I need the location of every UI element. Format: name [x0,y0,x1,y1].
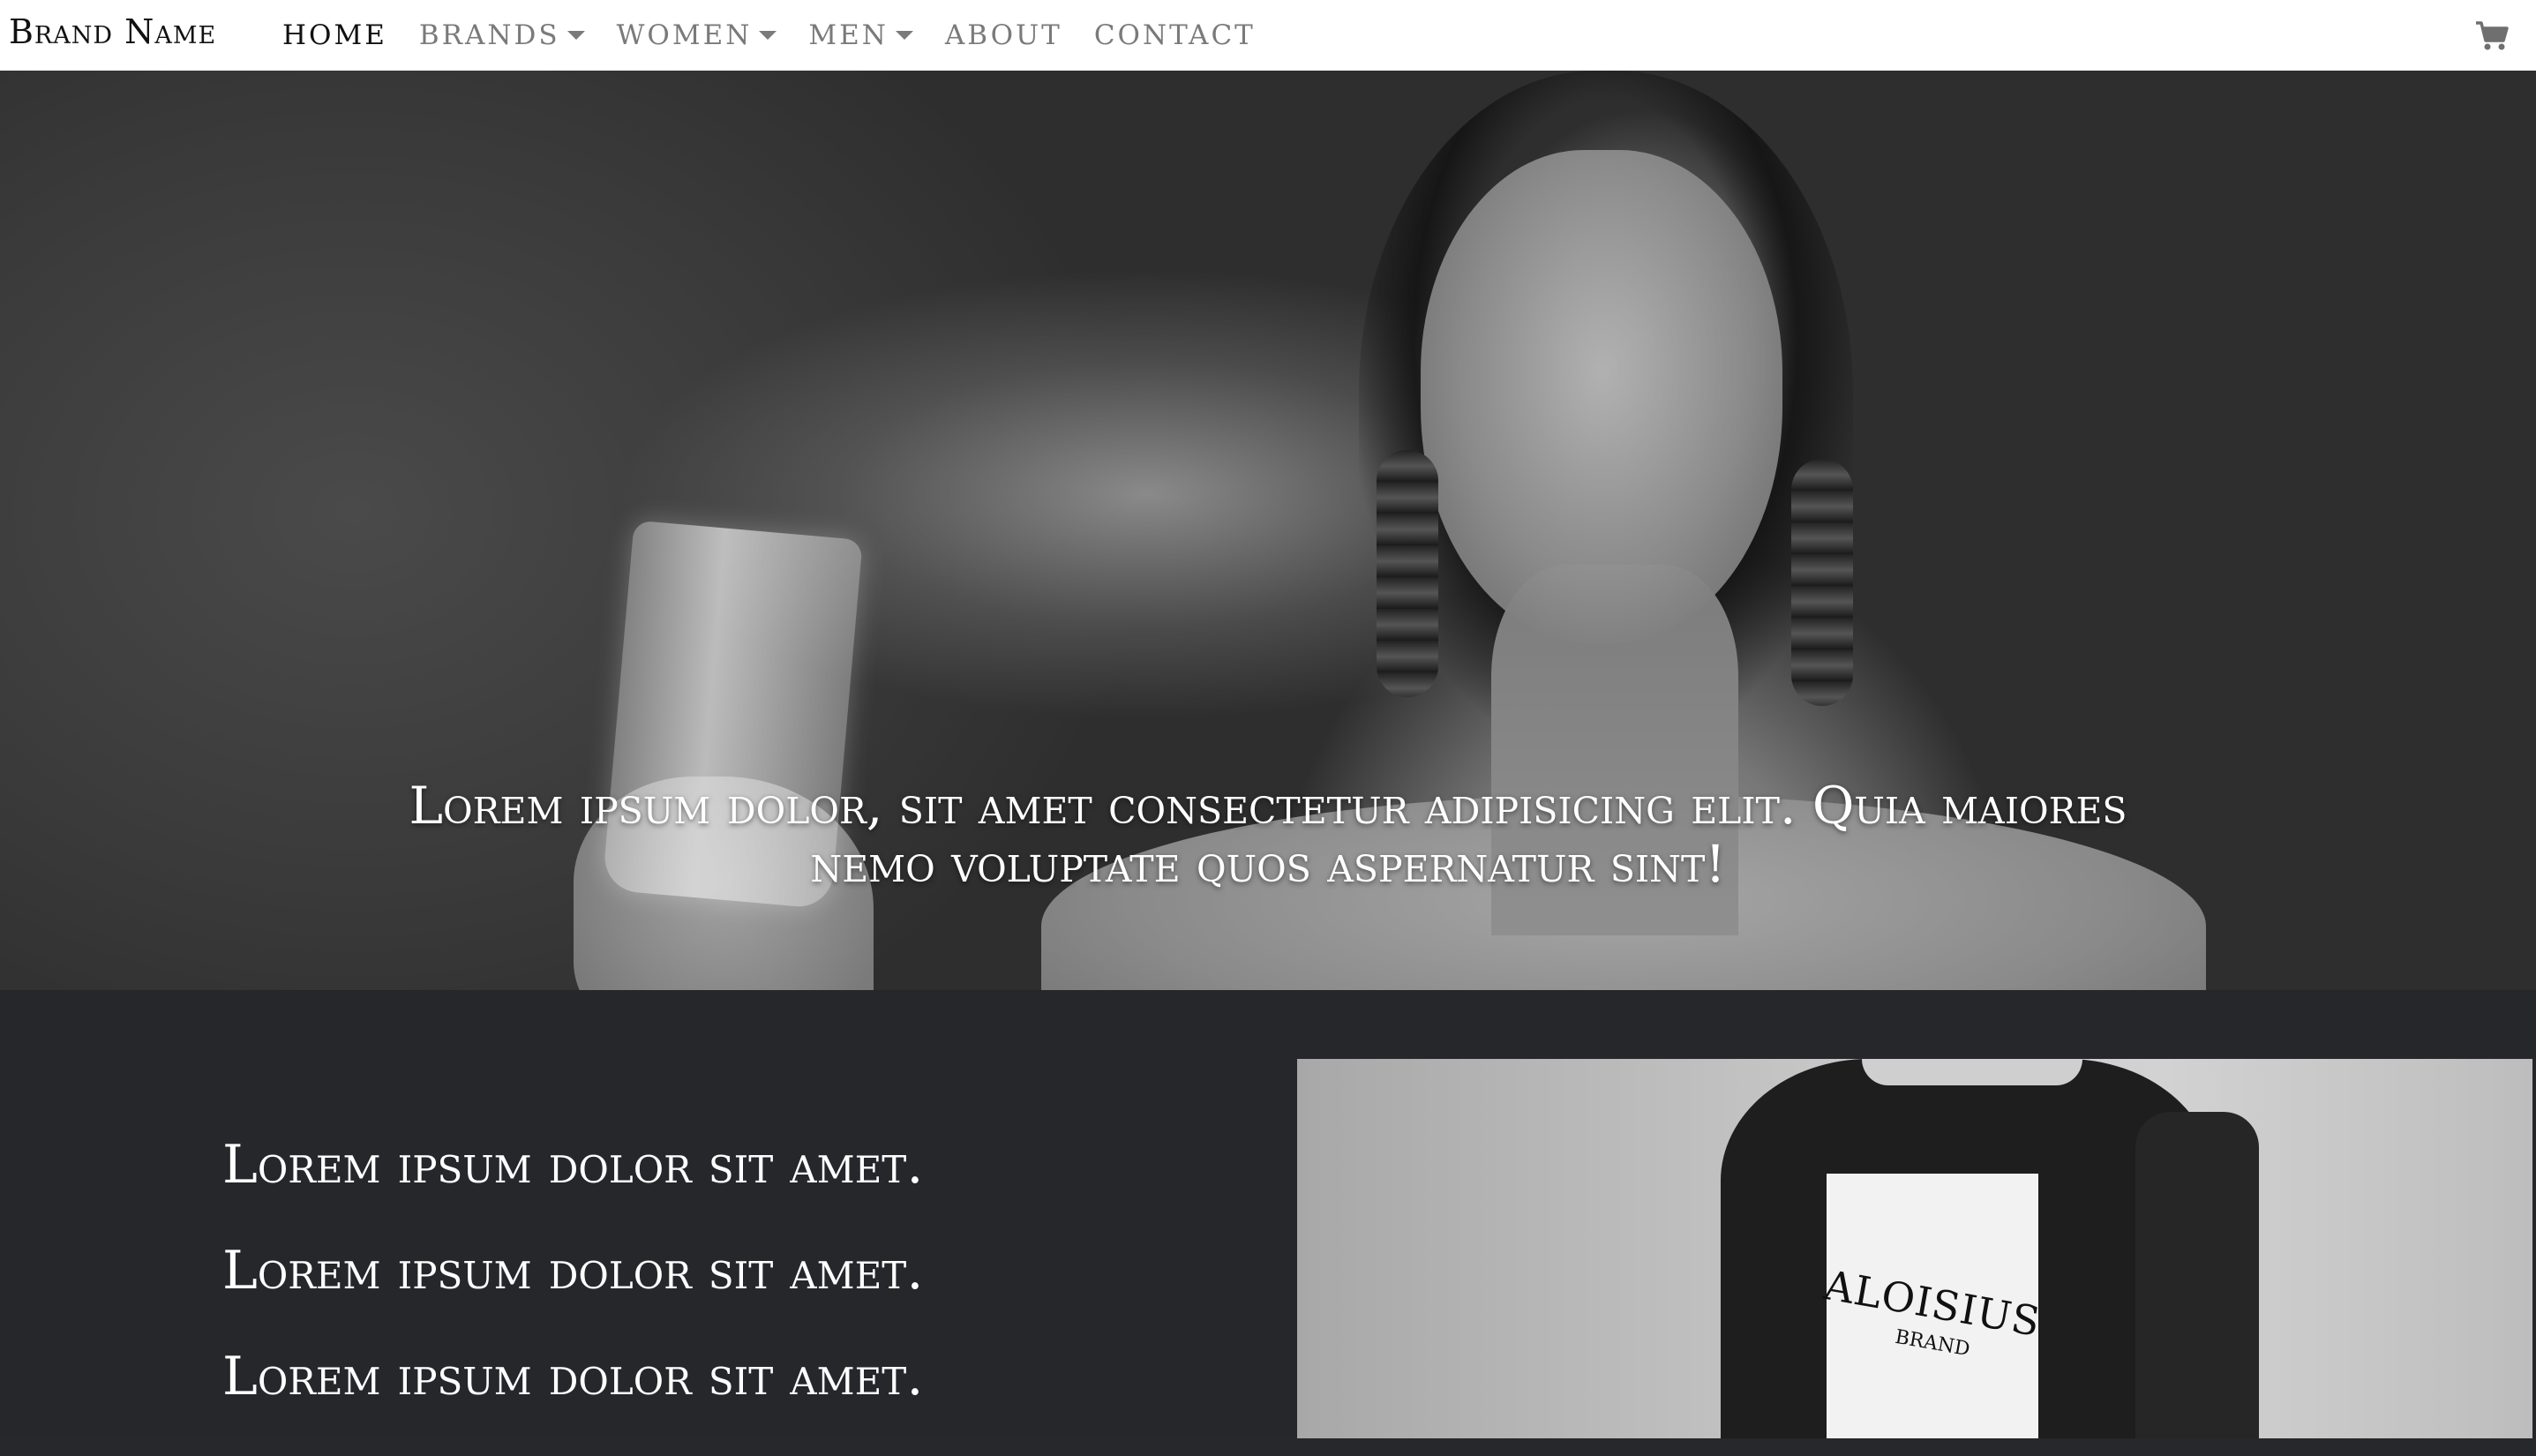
hero-photo-earring-right [1791,459,1853,706]
nav-item-label: ABOUT [944,19,1062,51]
nav-item-contact[interactable]: CONTACT [1094,19,1256,51]
feature-line: Lorem ipsum dolor sit amet. [222,1346,924,1407]
caret-down-icon [759,31,777,40]
product-sweater-sleeve [2135,1112,2259,1438]
nav-item-label: MEN [808,19,889,51]
nav-item-brands[interactable]: BRANDS [419,19,585,51]
nav-item-label: WOMEN [616,19,753,51]
feature-line: Lorem ipsum dolor sit amet. [222,1134,924,1196]
hero-photo-face [1421,150,1782,644]
nav-links: HOME BRANDS WOMEN MEN ABOUT CONTACT [282,0,1287,71]
product-print: ALOISIUS BRAND [1820,1174,2045,1438]
feature-line: Lorem ipsum dolor sit amet. [222,1240,924,1302]
caret-down-icon [895,31,913,40]
product-collar [1862,1059,2082,1085]
shopping-cart-icon[interactable] [2474,18,2510,53]
hero-banner: Lorem ipsum dolor, sit amet consectetur … [0,71,2536,990]
nav-item-women[interactable]: WOMEN [617,19,777,51]
product-image: ALOISIUS BRAND [1297,1059,2532,1438]
nav-item-home[interactable]: HOME [282,19,387,51]
brand-logo-link[interactable]: Brand Name [9,12,216,51]
navbar: Brand Name HOME BRANDS WOMEN MEN ABOUT C… [0,0,2536,71]
nav-item-label: CONTACT [1093,19,1256,51]
hero-photo-earring-left [1377,450,1438,697]
nav-item-label: HOME [282,19,387,51]
hero-text: Lorem ipsum dolor, sit amet consectetur … [409,776,2127,894]
nav-item-men[interactable]: MEN [808,19,913,51]
caret-down-icon [566,31,585,40]
nav-item-label: BRANDS [418,19,560,51]
feature-list: Lorem ipsum dolor sit amet. Lorem ipsum … [222,1138,923,1456]
nav-item-about[interactable]: ABOUT [945,19,1062,51]
